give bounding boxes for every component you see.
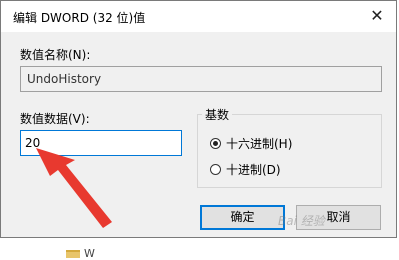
edit-dword-dialog: 编辑 DWORD (32 位)值 ✕ 数值名称(N): UndoHistory …	[0, 0, 397, 238]
title-bar: 编辑 DWORD (32 位)值 ✕	[1, 1, 396, 32]
close-icon[interactable]: ✕	[366, 5, 388, 27]
radio-hexadecimal-label: 十六进制(H)	[226, 137, 293, 151]
watermark: Bai 经验	[278, 214, 325, 228]
base-group-title: 基数	[202, 106, 233, 123]
window-title: 编辑 DWORD (32 位)值	[13, 11, 146, 25]
ok-button[interactable]: 确定	[200, 205, 285, 230]
value-data-label: 数值数据(V):	[20, 112, 90, 126]
radio-decimal[interactable]: 十进制(D)	[210, 161, 281, 178]
value-name-field: UndoHistory	[20, 66, 382, 92]
value-data-input[interactable]: 20	[20, 130, 182, 156]
radio-button-checked[interactable]	[210, 138, 221, 149]
radio-decimal-label: 十进制(D)	[226, 163, 281, 177]
value-name-label: 数值名称(N):	[20, 48, 91, 62]
background-window	[0, 238, 399, 258]
radio-hexadecimal[interactable]: 十六进制(H)	[210, 135, 292, 152]
background-item-text: W	[84, 247, 95, 260]
folder-icon	[66, 250, 80, 258]
radio-button-unchecked[interactable]	[210, 164, 221, 175]
